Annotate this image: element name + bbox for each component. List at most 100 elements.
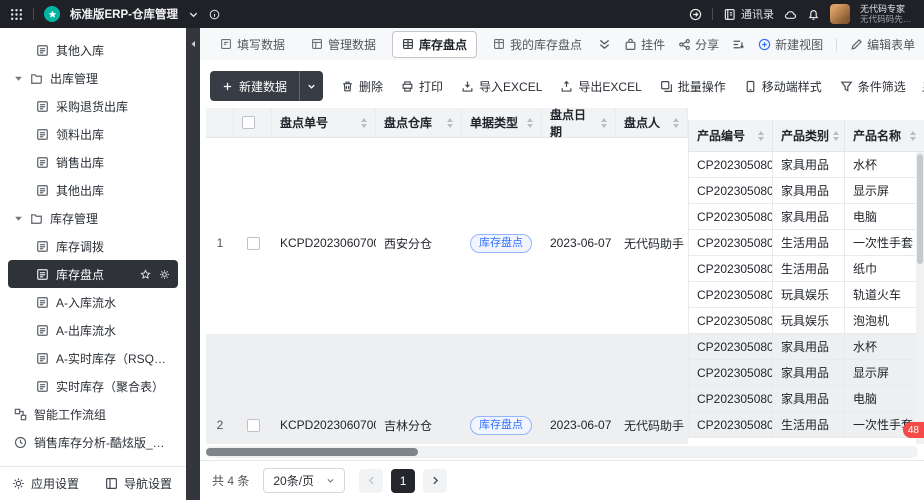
- new-data-split-button[interactable]: 新建数据: [210, 71, 324, 101]
- contacts-button[interactable]: 通讯录: [723, 6, 774, 22]
- manage-table-icon: [311, 38, 323, 50]
- table-row[interactable]: 2 KCPD2023060700002 吉林分仓 库存盘点 2023-06-07…: [206, 334, 924, 444]
- sidebar-item-label: 销售库存分析-酷炫版_copy: [34, 435, 170, 450]
- sidebar-item-label: 采购退货出库: [56, 99, 129, 114]
- sidebar-item-a-inbound-flow[interactable]: A-入库流水: [8, 288, 178, 316]
- sort-icon[interactable]: [758, 130, 764, 141]
- filter-button[interactable]: 条件筛选: [840, 78, 906, 95]
- column-header-product-code[interactable]: 产品编号: [688, 120, 772, 152]
- column-header-date[interactable]: 盘点日期: [542, 108, 616, 139]
- current-page-button[interactable]: 1: [391, 468, 416, 493]
- nav-settings-button[interactable]: 导航设置: [105, 475, 172, 492]
- import-icon: [461, 80, 474, 93]
- horizontal-scrollbar-thumb[interactable]: [206, 448, 418, 456]
- tab-inventory-check[interactable]: 库存盘点: [392, 30, 478, 58]
- sidebar-item-inventory-mgmt[interactable]: 库存管理: [8, 204, 178, 232]
- avatar[interactable]: [829, 4, 850, 24]
- form-icon: [36, 296, 49, 309]
- column-header-warehouse[interactable]: 盘点仓库: [376, 108, 462, 138]
- apps-grid-icon[interactable]: [10, 8, 23, 21]
- sort-icon[interactable]: [910, 130, 916, 141]
- product-row: CP20230508000 家具用品 显示屏: [688, 178, 924, 204]
- row-checkbox[interactable]: [247, 418, 260, 432]
- column-header-order-no[interactable]: 盘点单号: [272, 108, 376, 138]
- sidebar-item-other-outbound[interactable]: 其他出库: [8, 176, 178, 204]
- prev-page-button[interactable]: [359, 468, 384, 493]
- sidebar-item-other-inbound[interactable]: 其他入库: [8, 36, 178, 64]
- collapse-sidebar-button[interactable]: [186, 28, 200, 500]
- gear-icon[interactable]: [159, 269, 170, 280]
- chevron-down-icon[interactable]: [188, 9, 199, 20]
- doc-type-tag: 库存盘点: [470, 233, 532, 253]
- vertical-scrollbar-thumb[interactable]: [917, 154, 923, 264]
- sidebar-item-label: A-出库流水: [56, 323, 117, 338]
- horizontal-scrollbar[interactable]: [206, 446, 918, 458]
- sidebar-item-outbound-mgmt[interactable]: 出库管理: [8, 64, 178, 92]
- sidebar-item-label: A-实时库存（RSQL）: [56, 351, 170, 366]
- new-data-dropdown[interactable]: [299, 71, 323, 101]
- tab-label: 管理数据: [328, 37, 377, 52]
- bell-icon[interactable]: [807, 8, 820, 21]
- user-info[interactable]: 无代码专家 无代码码先…: [860, 4, 914, 25]
- double-chevron-down-icon[interactable]: [598, 38, 611, 51]
- print-label: 打印: [419, 79, 444, 94]
- widget-icon: [624, 38, 637, 51]
- cloud-icon[interactable]: [784, 8, 797, 21]
- sidebar-item-purchase-return-outbound[interactable]: 采购退货出库: [8, 92, 178, 120]
- sort-icon[interactable]: [601, 117, 607, 128]
- row-checkbox-cell: [234, 334, 272, 444]
- row-checkbox[interactable]: [247, 236, 260, 250]
- edit-form-button[interactable]: 编辑表单: [850, 36, 915, 53]
- app-settings-button[interactable]: 应用设置: [12, 475, 79, 492]
- delete-button[interactable]: 删除: [341, 78, 383, 95]
- sidebar-item-sales-outbound[interactable]: 销售出库: [8, 148, 178, 176]
- export-excel-button[interactable]: 导出EXCEL: [560, 78, 642, 95]
- product-row: CP20230508000 家具用品 电脑: [688, 386, 924, 412]
- sidebar-item-inventory-transfer[interactable]: 库存调拨: [8, 232, 178, 260]
- sort-icon[interactable]: [361, 117, 367, 128]
- table-row[interactable]: 1 KCPD2023060700001 西安分仓 库存盘点 2023-06-07…: [206, 152, 924, 334]
- select-all-checkbox[interactable]: [242, 116, 255, 129]
- sort-icon[interactable]: [833, 130, 840, 141]
- sidebar-item-material-outbound[interactable]: 领料出库: [8, 120, 178, 148]
- view-sort-icon[interactable]: [732, 38, 745, 51]
- new-view-button[interactable]: 新建视图: [758, 36, 823, 53]
- vertical-scrollbar[interactable]: [916, 152, 924, 444]
- tab-fill-data[interactable]: 填写数据: [210, 31, 295, 58]
- tab-my-inventory-check[interactable]: 我的库存盘点: [483, 31, 592, 58]
- sort-icon[interactable]: [447, 117, 453, 128]
- sort-icon[interactable]: [527, 117, 533, 128]
- star-icon[interactable]: [140, 268, 151, 280]
- column-header-person[interactable]: 盘点人: [616, 108, 688, 138]
- page-size-select[interactable]: 20条/页: [263, 468, 346, 493]
- column-header-product-name[interactable]: 产品名称: [844, 120, 924, 152]
- share-button[interactable]: 分享: [678, 36, 719, 53]
- sidebar-item-sales-inventory-analysis[interactable]: 销售库存分析-酷炫版_copy: [8, 428, 178, 456]
- pagination-bar: 共 4 条 20条/页 1: [200, 460, 924, 500]
- info-icon[interactable]: [209, 9, 220, 20]
- cell-product-code: CP20230508000: [688, 230, 772, 256]
- sidebar-item-a-realtime-inventory-rsql[interactable]: A-实时库存（RSQL）: [8, 344, 178, 372]
- sidebar-item-smart-workflow-group[interactable]: 智能工作流组: [8, 400, 178, 428]
- notification-badge[interactable]: 48: [902, 422, 924, 438]
- form-edit-icon: [220, 38, 232, 50]
- form-icon: [36, 100, 49, 113]
- column-header-doc-type[interactable]: 单据类型: [462, 108, 542, 138]
- import-excel-button[interactable]: 导入EXCEL: [461, 78, 542, 95]
- caret-down-icon: [14, 214, 23, 223]
- forward-circle-icon[interactable]: [689, 8, 702, 21]
- sidebar-item-a-outbound-flow[interactable]: A-出库流水: [8, 316, 178, 344]
- batch-ops-button[interactable]: 批量操作: [660, 78, 726, 95]
- widget-button[interactable]: 挂件: [624, 36, 665, 53]
- table-header: 盘点单号 盘点仓库 单据类型 盘点日期 盘点人 产品编号 产品类别 产品名称: [206, 108, 924, 152]
- cell-product-category: 家具用品: [772, 360, 844, 386]
- sidebar-item-inventory-check[interactable]: 库存盘点: [8, 260, 178, 288]
- sidebar-item-realtime-inventory-agg[interactable]: 实时库存（聚合表）: [8, 372, 178, 400]
- sort-icon[interactable]: [673, 117, 679, 128]
- cell-product-code: CP20230508000: [688, 256, 772, 282]
- column-header-product-category[interactable]: 产品类别: [772, 120, 844, 152]
- mobile-style-button[interactable]: 移动端样式: [744, 78, 822, 95]
- tab-manage-data[interactable]: 管理数据: [301, 31, 386, 58]
- print-button[interactable]: 打印: [401, 78, 443, 95]
- next-page-button[interactable]: [423, 468, 448, 493]
